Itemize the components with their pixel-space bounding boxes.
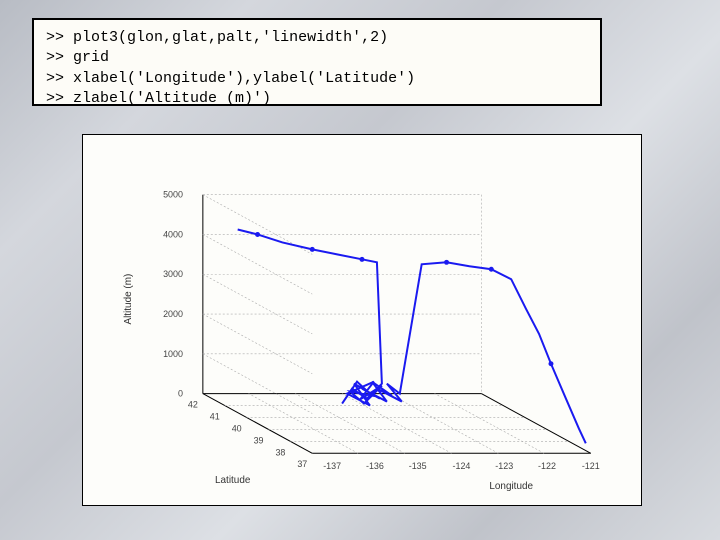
flight-path-line [238, 229, 586, 443]
code-line-3: >> xlabel('Longitude'),ylabel('Latitude'… [46, 69, 588, 89]
y-tick-5: 42 [188, 400, 198, 410]
z-tick-5: 5000 [163, 190, 183, 200]
y-tick-2: 39 [254, 435, 264, 445]
z-tick-3: 3000 [163, 269, 183, 279]
x-tick-0: -137 [323, 461, 341, 471]
data-dot [548, 361, 553, 366]
plot3-svg: 0 1000 2000 3000 4000 5000 37 38 39 40 4… [83, 135, 641, 505]
z-axis-label: Altitude (m) [123, 274, 134, 325]
z-tick-1: 1000 [163, 349, 183, 359]
x-tick-4: -123 [495, 461, 513, 471]
x-tick-3: -124 [453, 461, 471, 471]
code-line-1: >> plot3(glon,glat,palt,'linewidth',2) [46, 28, 588, 48]
x-tick-1: -136 [366, 461, 384, 471]
x-tick-6: -121 [582, 461, 600, 471]
x-axis-label: Longitude [489, 481, 533, 492]
z-tick-0: 0 [178, 389, 183, 399]
plot3-figure: 0 1000 2000 3000 4000 5000 37 38 39 40 4… [82, 134, 642, 506]
code-box: >> plot3(glon,glat,palt,'linewidth',2) >… [32, 18, 602, 106]
z-tick-4: 4000 [163, 229, 183, 239]
data-dot [255, 232, 260, 237]
code-line-4: >> zlabel('Altitude (m)') [46, 89, 588, 109]
data-dot [444, 260, 449, 265]
data-dot [360, 257, 365, 262]
y-tick-1: 38 [275, 447, 285, 457]
y-tick-3: 40 [232, 423, 242, 433]
y-tick-4: 41 [210, 411, 220, 421]
z-tick-2: 2000 [163, 309, 183, 319]
y-axis-label: Latitude [215, 475, 251, 486]
x-tick-5: -122 [538, 461, 556, 471]
data-dot [489, 267, 494, 272]
y-tick-0: 37 [297, 459, 307, 469]
code-line-2: >> grid [46, 48, 588, 68]
data-dot [310, 247, 315, 252]
x-tick-2: -135 [409, 461, 427, 471]
